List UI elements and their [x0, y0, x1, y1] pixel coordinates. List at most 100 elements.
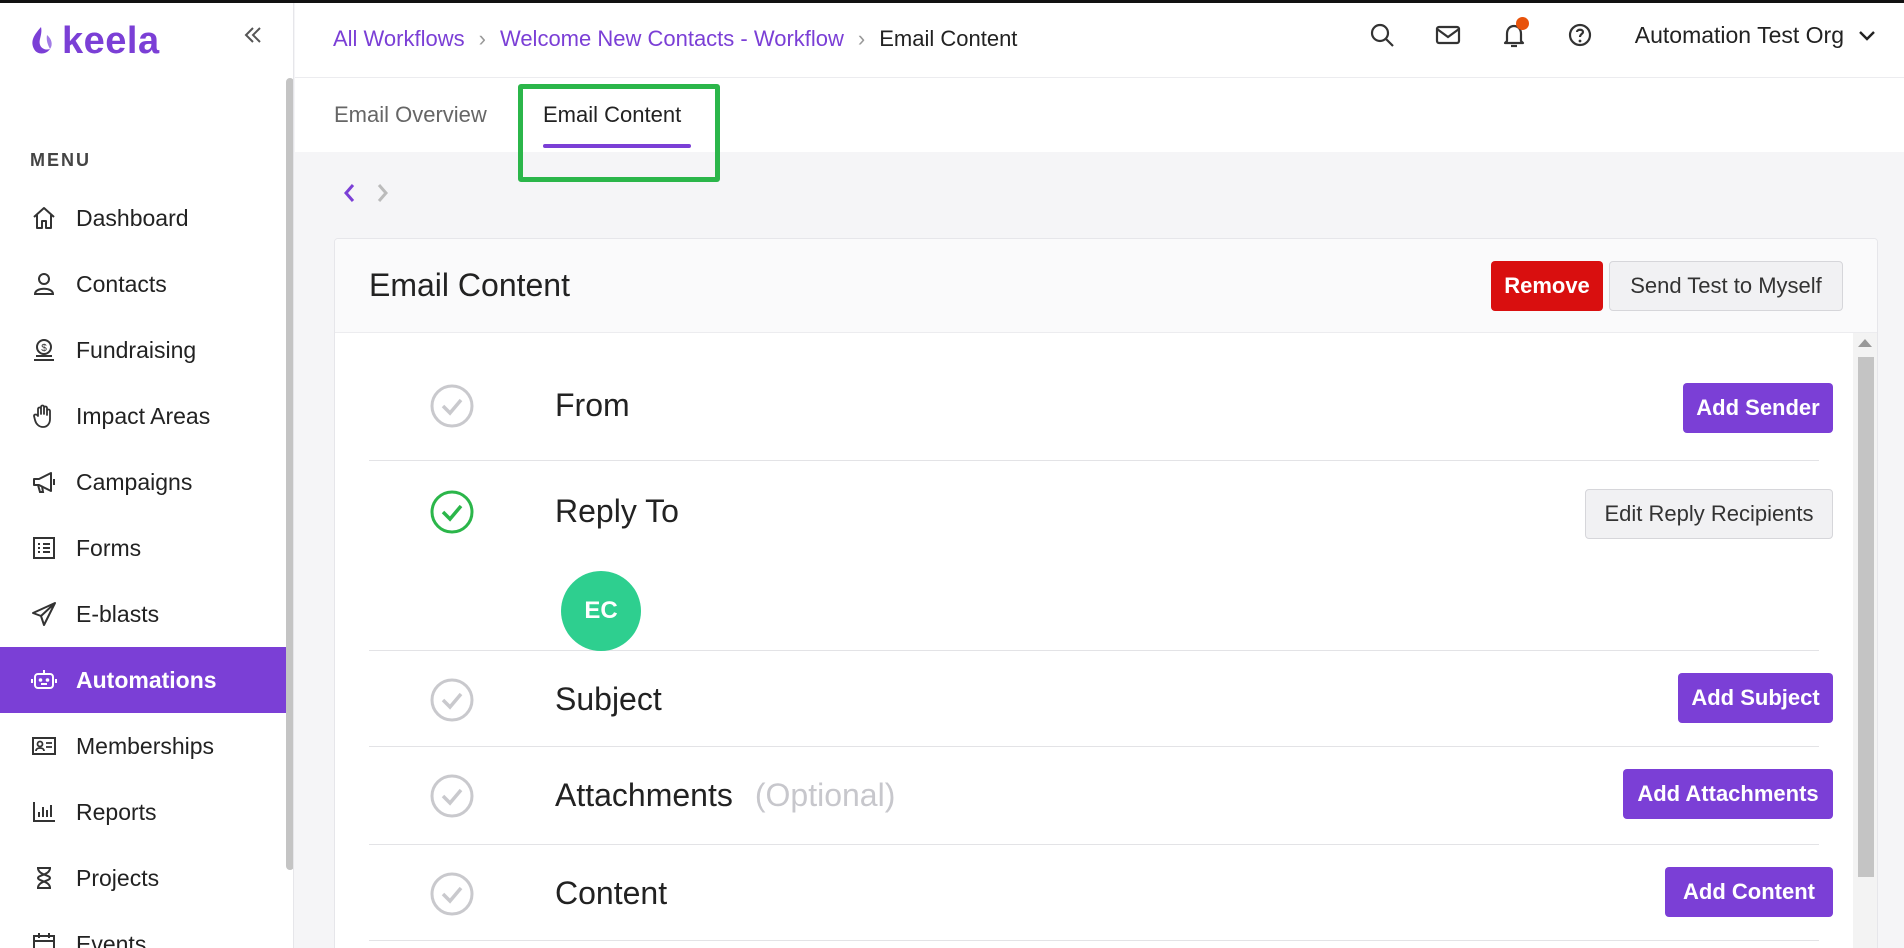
sidebar-item-fundraising[interactable]: $ Fundraising	[0, 317, 286, 383]
sidebar-scrollbar[interactable]	[286, 78, 293, 870]
sidebar-item-e-blasts[interactable]: E-blasts	[0, 581, 286, 647]
sidebar-item-forms[interactable]: Forms	[0, 515, 286, 581]
section-label: From	[555, 387, 630, 423]
window-top-border	[0, 0, 1904, 3]
calendar-icon	[33, 933, 55, 948]
sidebar-item-label: Events	[76, 930, 147, 948]
sidebar-item-memberships[interactable]: Memberships	[0, 713, 286, 779]
scroll-up-arrow-icon[interactable]	[1858, 339, 1872, 347]
section-label: Attachments (Optional)	[555, 777, 895, 814]
collapse-sidebar-button[interactable]	[238, 24, 268, 54]
sidebar-item-label: Automations	[76, 666, 217, 693]
keela-logo-icon	[32, 27, 52, 54]
card-title: Email Content	[369, 267, 570, 303]
chevron-right-icon: ›	[857, 26, 866, 51]
check-circle-icon	[430, 678, 474, 722]
section-content: Content Add Content	[369, 845, 1833, 941]
notifications-button[interactable]	[1499, 17, 1529, 50]
chevron-right-icon	[377, 184, 388, 202]
menu-heading: MENU	[30, 150, 91, 170]
section-reply-to: Reply To Edit Reply Recipients EC	[369, 461, 1833, 651]
scrollbar-thumb[interactable]	[1858, 357, 1874, 877]
email-content-card: Email Content Remove Send Test to Myself…	[334, 238, 1878, 948]
org-switcher[interactable]: Automation Test Org	[1635, 22, 1878, 49]
paper-plane-icon	[32, 602, 56, 626]
sidebar-item-label: Projects	[76, 864, 160, 891]
search-button[interactable]	[1367, 20, 1397, 50]
section-label: Reply To	[555, 493, 679, 529]
user-icon	[33, 273, 55, 295]
messages-button[interactable]	[1433, 20, 1463, 50]
section-from: From Add Sender	[369, 333, 1833, 461]
breadcrumb: All Workflows › Welcome New Contacts - W…	[333, 26, 1017, 52]
sidebar-item-projects[interactable]: Projects	[0, 845, 286, 911]
tab-email-overview[interactable]: Email Overview	[334, 102, 487, 128]
check-circle-icon	[430, 774, 474, 818]
previous-button[interactable]	[338, 180, 360, 206]
double-chevron-left-icon	[244, 27, 261, 43]
check-circle-icon	[430, 384, 474, 428]
highlight-box	[518, 84, 720, 182]
sidebar-item-label: Campaigns	[76, 468, 193, 495]
hourglass-icon	[36, 867, 52, 889]
brand-logo[interactable]: keela	[28, 22, 160, 60]
section-attachments: Attachments (Optional) Add Attachments	[369, 747, 1833, 845]
sidebar-item-contacts[interactable]: Contacts	[0, 251, 286, 317]
add-attachments-button[interactable]: Add Attachments	[1623, 769, 1833, 819]
sidebar-item-label: Fundraising	[76, 336, 197, 363]
chevron-left-icon	[344, 184, 355, 202]
sidebar-item-campaigns[interactable]: Campaigns	[0, 449, 286, 515]
sidebar-item-label: Impact Areas	[76, 402, 211, 429]
sidebar-item-impact-areas[interactable]: Impact Areas	[0, 383, 286, 449]
section-label: Content	[555, 875, 668, 911]
remove-button[interactable]: Remove	[1491, 261, 1603, 311]
sidebar-item-events[interactable]: Events	[0, 911, 286, 948]
content-scrollbar[interactable]	[1853, 333, 1877, 948]
home-icon	[33, 207, 55, 229]
breadcrumb-workflow[interactable]: Welcome New Contacts - Workflow	[500, 26, 844, 52]
avatar[interactable]: EC	[561, 571, 641, 651]
robot-icon	[31, 670, 57, 689]
section-subject: Subject Add Subject	[369, 651, 1833, 747]
sidebar-item-label: Reports	[76, 798, 157, 825]
mail-icon	[1435, 25, 1460, 45]
add-content-button[interactable]: Add Content	[1665, 867, 1833, 917]
optional-tag: (Optional)	[754, 777, 896, 813]
breadcrumb-current: Email Content	[879, 26, 1018, 51]
svg-text:$: $	[41, 343, 47, 354]
help-icon	[1568, 23, 1591, 47]
sidebar-item-label: Forms	[76, 534, 142, 561]
sidebar-item-label: Contacts	[76, 270, 167, 297]
check-circle-icon	[430, 872, 474, 916]
help-button[interactable]	[1565, 20, 1595, 50]
sidebar-item-label: Dashboard	[76, 204, 189, 231]
edit-reply-recipients-button[interactable]: Edit Reply Recipients	[1585, 489, 1833, 539]
bar-chart-icon	[33, 802, 55, 822]
sidebar: keela MENU Dashboard Contacts $ Fundrais…	[0, 0, 294, 948]
sidebar-nav: Dashboard Contacts $ Fundraising Impact …	[0, 185, 286, 948]
id-card-icon	[32, 737, 56, 755]
sidebar-item-reports[interactable]: Reports	[0, 779, 286, 845]
sidebar-item-dashboard[interactable]: Dashboard	[0, 185, 286, 251]
hand-heart-icon	[33, 404, 51, 428]
next-button[interactable]	[372, 180, 394, 206]
top-actions: Automation Test Org	[1331, 17, 1904, 50]
megaphone-icon	[33, 472, 55, 493]
section-label-text: Attachments	[555, 777, 733, 813]
send-test-button[interactable]: Send Test to Myself	[1609, 261, 1843, 311]
card-header: Email Content Remove Send Test to Myself	[335, 239, 1877, 333]
sidebar-item-label: E-blasts	[76, 600, 160, 627]
chevron-down-icon	[1859, 31, 1875, 41]
list-form-icon	[33, 537, 55, 559]
check-circle-complete-icon	[430, 490, 474, 534]
add-subject-button[interactable]: Add Subject	[1678, 673, 1833, 723]
org-name: Automation Test Org	[1634, 21, 1844, 48]
brand-name: keela	[62, 20, 160, 62]
chevron-right-icon: ›	[478, 26, 486, 51]
add-sender-button[interactable]: Add Sender	[1683, 383, 1833, 433]
breadcrumb-all-workflows[interactable]: All Workflows	[333, 26, 465, 52]
sidebar-item-automations[interactable]: Automations	[0, 647, 286, 713]
section-label: Subject	[555, 681, 662, 717]
sidebar-item-label: Memberships	[76, 732, 215, 759]
top-bar: All Workflows › Welcome New Contacts - W…	[295, 0, 1904, 78]
